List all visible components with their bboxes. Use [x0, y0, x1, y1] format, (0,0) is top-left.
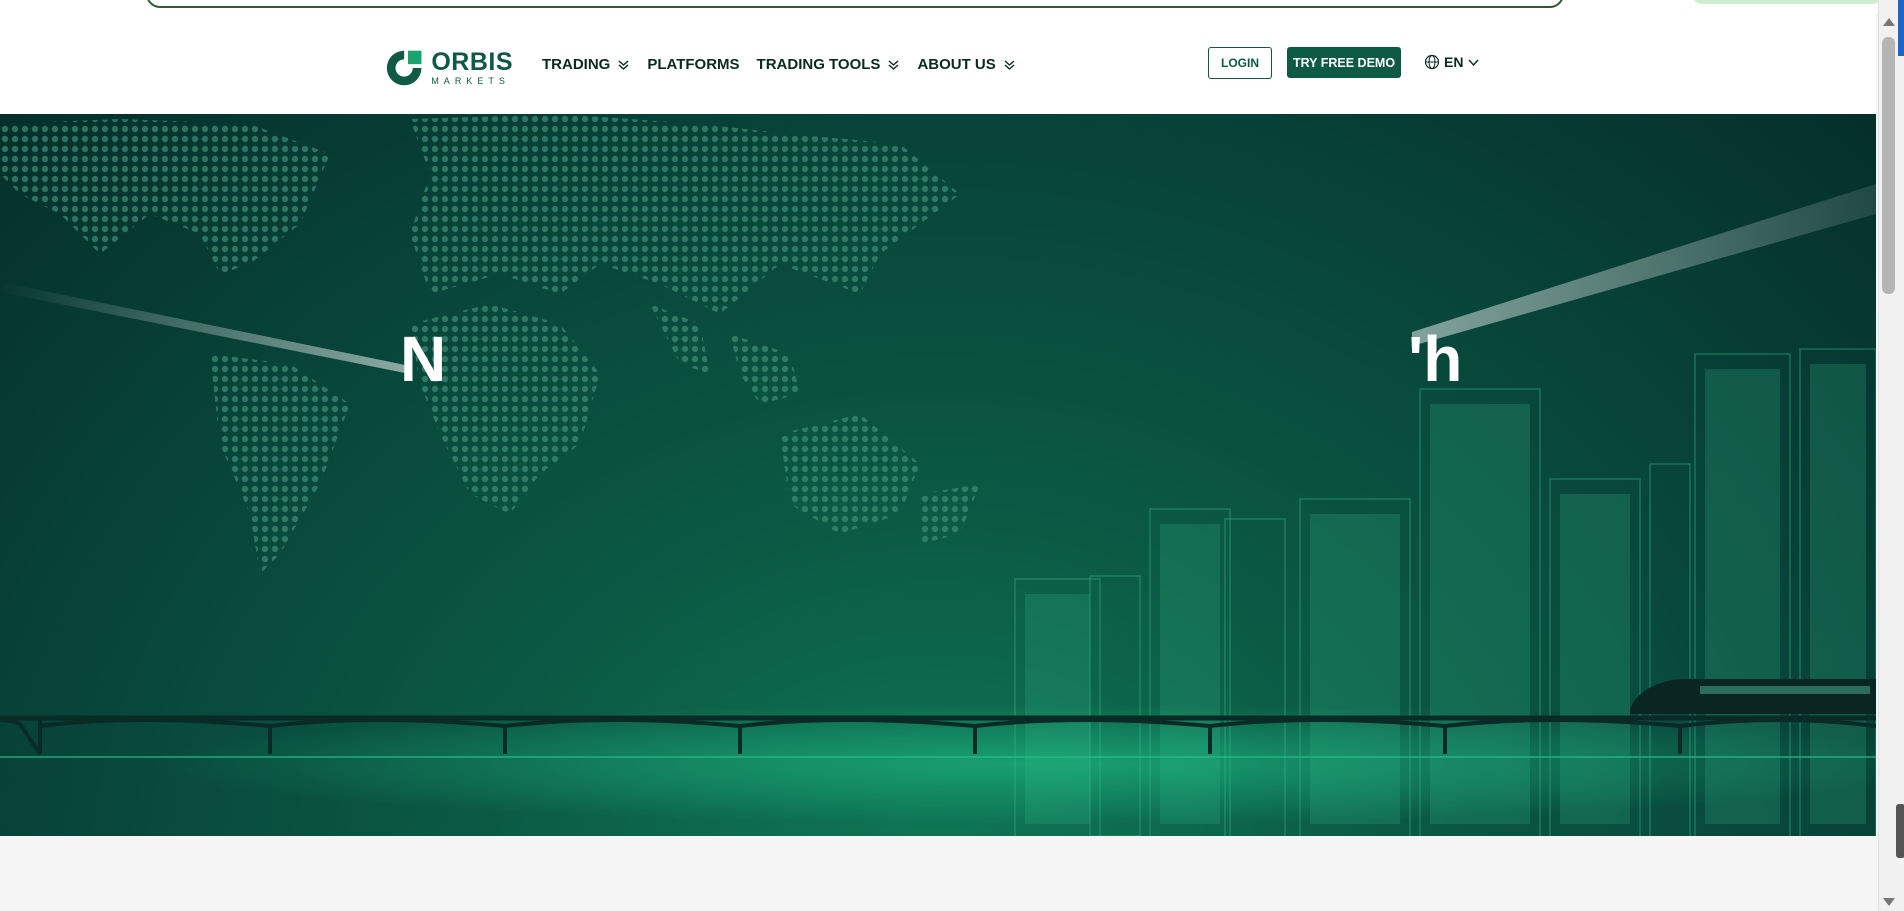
- chevron-down-icon: [618, 59, 629, 70]
- login-button[interactable]: LOGIN: [1208, 47, 1272, 79]
- hero-title-left: N: [400, 323, 447, 395]
- chevron-down-icon: [1468, 59, 1479, 66]
- side-widget-handle[interactable]: [1896, 804, 1904, 858]
- language-selector[interactable]: EN: [1424, 54, 1480, 70]
- train: [1630, 679, 1876, 714]
- world-map: [0, 114, 980, 574]
- top-green-button-edge[interactable]: [1692, 0, 1882, 4]
- light-beam-left: [0, 282, 410, 374]
- next-section: [0, 836, 1876, 911]
- search-pill-edge: [146, 0, 1564, 8]
- nav-item-trading[interactable]: TRADING: [542, 56, 630, 73]
- chevron-down-icon: [888, 59, 899, 70]
- globe-icon: [1424, 54, 1440, 70]
- scrollbar-thumb[interactable]: [1882, 37, 1895, 294]
- language-label: EN: [1444, 54, 1464, 70]
- nav-item-label: ABOUT US: [917, 55, 996, 73]
- nav-item-label: TRADING TOOLS: [756, 55, 881, 73]
- hero-illustration: [0, 114, 1876, 836]
- light-beam-right: [1412, 184, 1876, 346]
- site-header: ORBIS MARKETS TRADING PLATFORMS TRADING …: [0, 14, 1876, 114]
- hero-banner: N 'h: [0, 114, 1876, 836]
- nav-item-label: PLATFORMS: [647, 55, 740, 73]
- top-strip: [0, 0, 1882, 15]
- scroll-up-arrow-icon[interactable]: [1883, 18, 1895, 26]
- scrollbar-accent: [1898, 0, 1904, 56]
- brand-subtitle: MARKETS: [431, 76, 510, 86]
- page-scrollbar[interactable]: [1878, 0, 1904, 911]
- nav-item-label: TRADING: [542, 55, 611, 73]
- nav-item-platforms[interactable]: PLATFORMS: [647, 56, 739, 73]
- nav-item-about-us[interactable]: ABOUT US: [917, 56, 1015, 73]
- orbis-logo-icon: [386, 50, 422, 86]
- chevron-down-icon: [1004, 59, 1015, 70]
- try-free-demo-button[interactable]: TRY FREE DEMO: [1287, 47, 1401, 78]
- scroll-down-arrow-icon[interactable]: [1883, 898, 1895, 906]
- hero-title-right: 'h: [1408, 323, 1463, 395]
- orbis-logo[interactable]: ORBIS MARKETS: [383, 46, 513, 90]
- nav-item-trading-tools[interactable]: TRADING TOOLS: [757, 56, 901, 73]
- main-menu: TRADING PLATFORMS TRADING TOOLS ABOUT US: [542, 14, 1033, 114]
- brand-name: ORBIS: [431, 48, 513, 76]
